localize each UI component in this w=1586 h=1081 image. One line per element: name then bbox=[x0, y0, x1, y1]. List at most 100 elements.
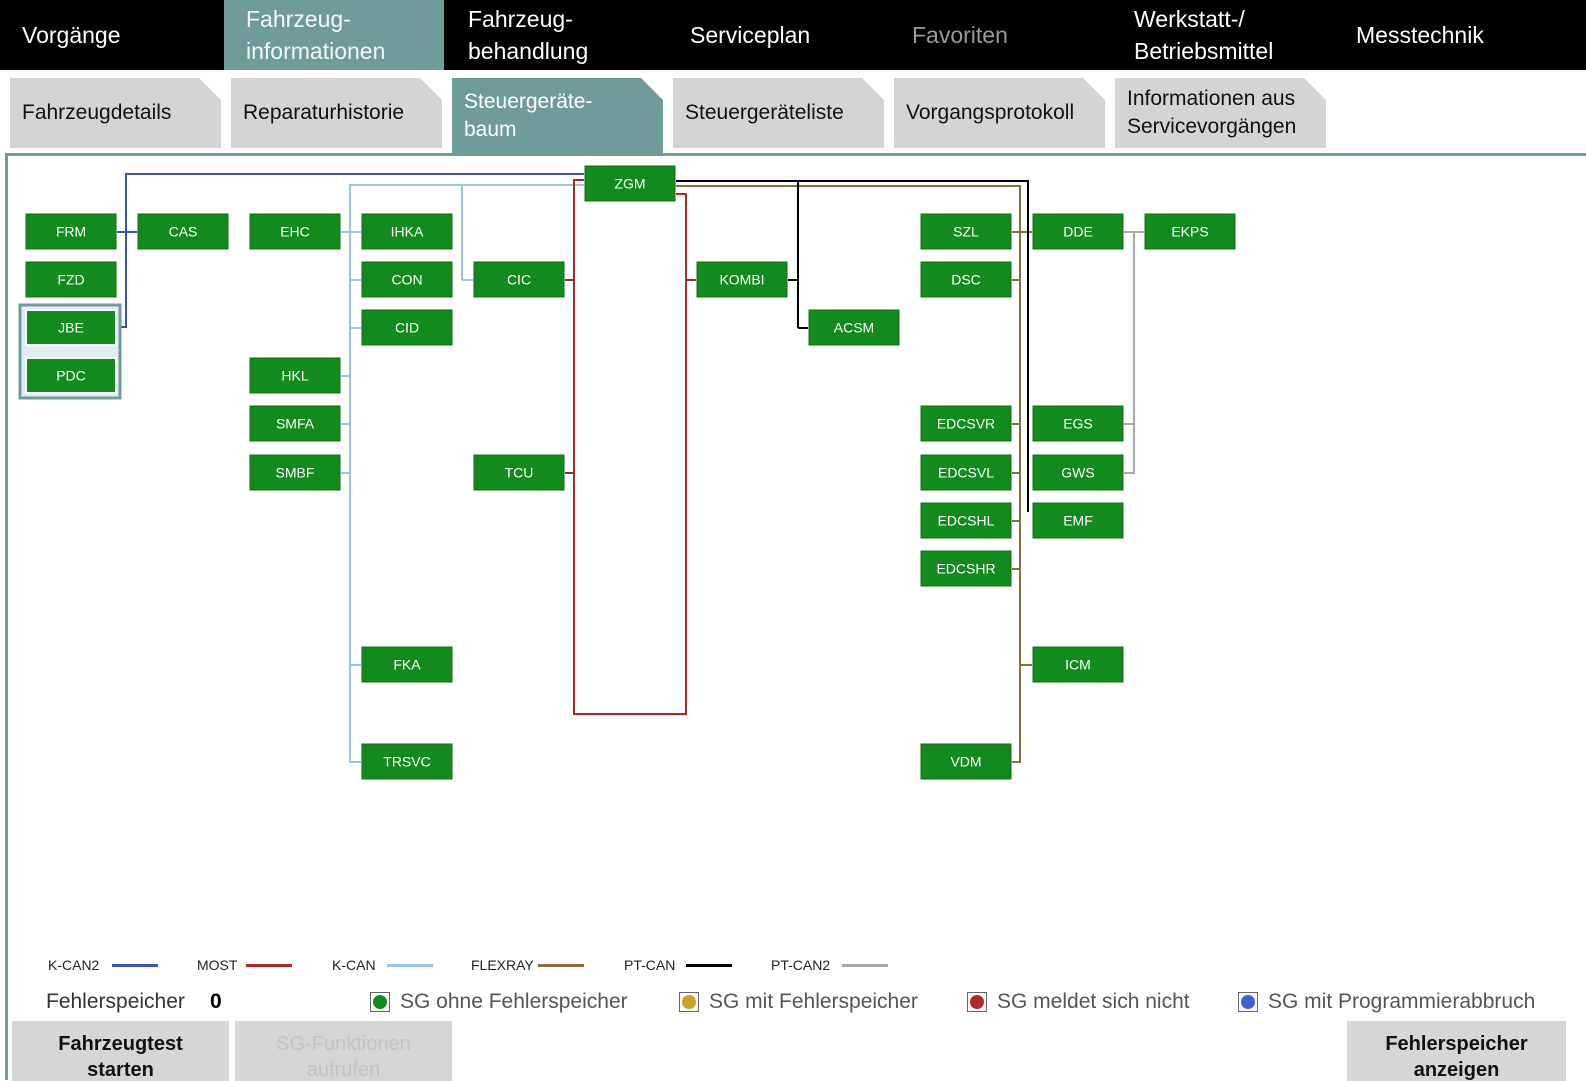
ecu-szl[interactable]: SZL bbox=[920, 213, 1012, 250]
ecu-egs[interactable]: EGS bbox=[1032, 405, 1124, 442]
ecu-ehc[interactable]: EHC bbox=[249, 213, 341, 250]
legend-kcan2-line bbox=[112, 964, 158, 967]
ecu-label: ACSM bbox=[834, 320, 874, 336]
ecu-dsc[interactable]: DSC bbox=[920, 261, 1012, 298]
legend-kcan-line bbox=[387, 964, 433, 967]
ecu-label: CIC bbox=[507, 272, 531, 288]
fehlerspeicher-label: Fehlerspeicher bbox=[46, 990, 185, 1013]
ecu-tree-diagram: ZGM FRM FZD JBE PDC CAS EHC HKL SMFA SMBF IHKA CON C… bbox=[18, 165, 1236, 780]
ecu-zgm[interactable]: ZGM bbox=[584, 165, 676, 202]
status-box bbox=[679, 992, 699, 1012]
ecu-label: EDCSVR bbox=[937, 416, 995, 432]
ecu-label: ICM bbox=[1065, 657, 1091, 673]
ecu-smfa[interactable]: SMFA bbox=[249, 405, 341, 442]
fehlerspeicher-count: 0 bbox=[210, 990, 222, 1013]
ecu-label: VDM bbox=[950, 754, 981, 770]
status-key-mit-fehlerspeicher: SG mit Fehlerspeicher bbox=[679, 988, 918, 1016]
ecu-label: DDE bbox=[1063, 224, 1093, 240]
ecu-label: SZL bbox=[953, 224, 979, 240]
status-key-label: SG ohne Fehlerspeicher bbox=[400, 990, 628, 1013]
status-key-label: SG mit Fehlerspeicher bbox=[709, 990, 918, 1013]
bus-line bbox=[1124, 231, 1135, 474]
legend-ptcan-line bbox=[686, 964, 732, 967]
ecu-label: EDCSVL bbox=[938, 465, 994, 481]
ecu-fzd[interactable]: FZD bbox=[25, 261, 117, 298]
ecu-edcsvl[interactable]: EDCSVL bbox=[920, 454, 1012, 491]
legend-ptcan-label: PT-CAN bbox=[624, 957, 676, 973]
ecu-con[interactable]: CON bbox=[361, 261, 453, 298]
legend-kcan2-label: K-CAN2 bbox=[48, 957, 100, 973]
ecu-ihka[interactable]: IHKA bbox=[361, 213, 453, 250]
ecu-label: EHC bbox=[280, 224, 310, 240]
blue-status-dot-icon bbox=[1241, 995, 1255, 1009]
fahrzeugtest-starten-button[interactable]: Fahrzeugtest starten bbox=[12, 1021, 229, 1081]
ecu-label: FZD bbox=[57, 272, 84, 288]
status-box bbox=[967, 992, 987, 1012]
ecu-label: EDCSHL bbox=[938, 513, 995, 529]
ecu-label: SMFA bbox=[276, 416, 315, 432]
legend-flexray-line bbox=[538, 964, 584, 967]
ecu-label: DSC bbox=[951, 272, 981, 288]
ecu-edcsvr[interactable]: EDCSVR bbox=[920, 405, 1012, 442]
sg-funktionen-aufrufen-button[interactable]: SG-Funktionen aufrufen bbox=[235, 1021, 452, 1081]
status-box bbox=[370, 992, 390, 1012]
ecu-label: KOMBI bbox=[719, 272, 764, 288]
ecu-kombi[interactable]: KOMBI bbox=[696, 261, 788, 298]
legend-most-line bbox=[246, 964, 292, 967]
ecu-label: CID bbox=[395, 320, 419, 336]
ecu-ekps[interactable]: EKPS bbox=[1144, 213, 1236, 250]
ecu-label: JBE bbox=[58, 320, 84, 336]
green-status-dot-icon bbox=[373, 995, 387, 1009]
status-box bbox=[1238, 992, 1258, 1012]
ecu-label: IHKA bbox=[391, 224, 424, 240]
ecu-label: TRSVC bbox=[383, 754, 430, 770]
red-status-dot-icon bbox=[970, 995, 984, 1009]
ecu-pdc[interactable]: PDC bbox=[25, 357, 117, 394]
ecu-label: EDCSHR bbox=[936, 561, 995, 577]
status-key-meldet-sich-nicht: SG meldet sich nicht bbox=[967, 988, 1190, 1016]
ecu-label: FRM bbox=[56, 224, 86, 240]
ecu-smbf[interactable]: SMBF bbox=[249, 454, 341, 491]
legend-ptcan2-label: PT-CAN2 bbox=[771, 957, 831, 973]
ecu-emf[interactable]: EMF bbox=[1032, 502, 1124, 539]
ecu-label: TCU bbox=[505, 465, 534, 481]
status-key-label: SG mit Programmierabbruch bbox=[1268, 990, 1536, 1013]
ecu-gws[interactable]: GWS bbox=[1032, 454, 1124, 491]
ecu-edcshr[interactable]: EDCSHR bbox=[920, 550, 1012, 587]
ecu-edcshl[interactable]: EDCSHL bbox=[920, 502, 1012, 539]
ecu-fka[interactable]: FKA bbox=[361, 646, 453, 683]
ecu-cid[interactable]: CID bbox=[361, 309, 453, 346]
ecu-cas[interactable]: CAS bbox=[137, 213, 229, 250]
ecu-cic[interactable]: CIC bbox=[473, 261, 565, 298]
ecu-label: CON bbox=[391, 272, 422, 288]
ecu-frm[interactable]: FRM bbox=[25, 213, 117, 250]
ecu-label: EGS bbox=[1063, 416, 1093, 432]
ecu-label: FKA bbox=[393, 657, 421, 673]
ecu-hkl[interactable]: HKL bbox=[249, 357, 341, 394]
fehlerspeicher-anzeigen-button[interactable]: Fehlerspeicher anzeigen bbox=[1347, 1021, 1566, 1081]
legend-kcan-label: K-CAN bbox=[332, 957, 376, 973]
ecu-dde[interactable]: DDE bbox=[1032, 213, 1124, 250]
ecu-label: EMF bbox=[1063, 513, 1093, 529]
ecu-vdm[interactable]: VDM bbox=[920, 743, 1012, 780]
ecu-label: SMBF bbox=[276, 465, 315, 481]
ecu-trsvc[interactable]: TRSVC bbox=[361, 743, 453, 780]
ecu-label: ZGM bbox=[614, 176, 645, 192]
ecu-icm[interactable]: ICM bbox=[1032, 646, 1124, 683]
legend-most-label: MOST bbox=[197, 957, 238, 973]
ecu-tcu[interactable]: TCU bbox=[473, 454, 565, 491]
legend-ptcan2-line bbox=[842, 964, 888, 967]
legend-flexray-label: FLEXRAY bbox=[471, 957, 534, 973]
bus-line bbox=[573, 179, 687, 715]
ecu-label: PDC bbox=[56, 368, 86, 384]
ecu-label: GWS bbox=[1061, 465, 1094, 481]
yellow-status-dot-icon bbox=[682, 995, 696, 1009]
status-key-ohne-fehlerspeicher: SG ohne Fehlerspeicher bbox=[370, 988, 628, 1016]
ecu-label: HKL bbox=[281, 368, 308, 384]
status-key-label: SG meldet sich nicht bbox=[997, 990, 1190, 1013]
ecu-acsm[interactable]: ACSM bbox=[808, 309, 900, 346]
status-key-programmierabbruch: SG mit Programmierabbruch bbox=[1238, 988, 1535, 1016]
ecu-label: CAS bbox=[169, 224, 198, 240]
ecu-label: EKPS bbox=[1171, 224, 1208, 240]
ecu-jbe[interactable]: JBE bbox=[25, 309, 117, 346]
